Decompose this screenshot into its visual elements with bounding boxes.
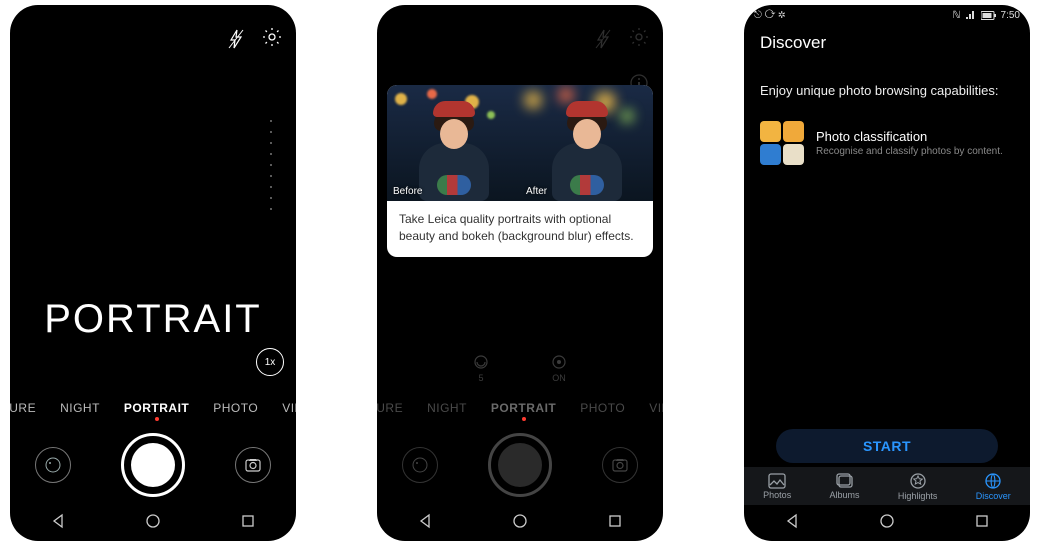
before-after-row: Before After — [387, 85, 653, 201]
nav-home-icon[interactable] — [879, 513, 895, 534]
tab-discover[interactable]: Discover — [976, 472, 1011, 501]
switch-camera-button[interactable] — [235, 447, 271, 483]
mode-photo: PHOTO — [580, 401, 625, 415]
bokeh-control: ON — [550, 353, 568, 383]
android-nav-bar — [744, 505, 1030, 541]
android-nav-bar — [377, 505, 663, 541]
battery-icon — [981, 11, 997, 20]
nav-back-icon[interactable] — [417, 513, 433, 534]
start-button[interactable]: START — [776, 429, 998, 463]
nav-home-icon[interactable] — [512, 513, 528, 534]
status-bar: ⎋ ⟳ ✲ ℕ 7:50 — [744, 7, 1030, 23]
nav-recents-icon[interactable] — [974, 513, 990, 534]
camera-top-bar — [10, 25, 296, 55]
nav-back-icon[interactable] — [50, 513, 66, 534]
page-title: Discover — [760, 33, 826, 53]
viewfinder[interactable]: 1x PORTRAIT — [10, 65, 296, 386]
mode-strip[interactable]: ERTURE NIGHT PORTRAIT PHOTO VIDEO — [10, 393, 296, 423]
nfc-icon: ℕ — [953, 10, 961, 21]
nav-home-icon[interactable] — [145, 513, 161, 534]
status-left-icons: ⎋ ⟳ ✲ — [754, 10, 785, 21]
flash-icon — [595, 29, 611, 49]
mode-strip: ERTURE NIGHT PORTRAIT PHOTO VIDEO — [377, 393, 663, 423]
tab-photos[interactable]: Photos — [763, 473, 791, 500]
flash-icon[interactable] — [228, 29, 244, 49]
signal-icon — [965, 10, 977, 20]
settings-icon — [629, 27, 649, 47]
shutter-button[interactable] — [121, 433, 185, 497]
gallery-tab-bar: Photos Albums Highlights Discover — [744, 467, 1030, 505]
switch-camera-button — [602, 447, 638, 483]
settings-icon[interactable] — [262, 27, 282, 47]
gallery-thumbnail-button[interactable] — [35, 447, 71, 483]
clock-text: 7:50 — [1001, 10, 1020, 21]
nav-recents-icon[interactable] — [240, 513, 256, 534]
before-label: Before — [393, 186, 422, 197]
camera-top-bar — [377, 25, 663, 55]
zoom-scale-indicator — [270, 120, 272, 210]
zoom-badge[interactable]: 1x — [256, 348, 284, 376]
gallery-discover-screen: ⎋ ⟳ ✲ ℕ 7:50 Discover Enjoy unique photo… — [744, 5, 1030, 541]
shutter-row — [10, 431, 296, 499]
portrait-controls: 5 ON — [377, 351, 663, 385]
tip-text: Take Leica quality portraits with option… — [387, 201, 653, 257]
mode-video: VIDEO — [649, 401, 663, 415]
feature-intro-text: Enjoy unique photo browsing capabilities… — [760, 83, 1014, 98]
tab-highlights[interactable]: Highlights — [898, 472, 938, 501]
mode-night[interactable]: NIGHT — [60, 401, 100, 415]
tab-albums[interactable]: Albums — [830, 473, 860, 500]
before-image: Before — [387, 85, 520, 201]
mode-night: NIGHT — [427, 401, 467, 415]
mode-aperture[interactable]: ERTURE — [10, 401, 36, 415]
feature-subtitle: Recognise and classify photos by content… — [816, 146, 1003, 157]
mode-video[interactable]: VIDEO — [282, 401, 296, 415]
mode-portrait: PORTRAIT — [491, 401, 556, 415]
mode-aperture: ERTURE — [377, 401, 403, 415]
feature-title: Photo classification — [816, 129, 1003, 144]
shutter-row — [377, 431, 663, 499]
mode-photo[interactable]: PHOTO — [213, 401, 258, 415]
nav-back-icon[interactable] — [784, 513, 800, 534]
camera-app-portrait-screen: 1x PORTRAIT ERTURE NIGHT PORTRAIT PHOTO … — [10, 5, 296, 541]
gallery-thumbnail-button — [402, 447, 438, 483]
mode-hero-label: PORTRAIT — [10, 297, 296, 342]
after-label: After — [526, 186, 547, 197]
android-nav-bar — [10, 505, 296, 541]
shutter-button — [488, 433, 552, 497]
classification-icon — [760, 121, 804, 165]
portrait-mode-tip-card[interactable]: Before After Take Leica quality portrait… — [387, 85, 653, 257]
beauty-control: 5 — [472, 353, 490, 383]
after-image: After — [520, 85, 653, 201]
camera-app-tutorial-popup: Before After Take Leica quality portrait… — [377, 5, 663, 541]
nav-recents-icon[interactable] — [607, 513, 623, 534]
mode-portrait[interactable]: PORTRAIT — [124, 401, 189, 415]
feature-classification[interactable]: Photo classification Recognise and class… — [760, 121, 1014, 165]
